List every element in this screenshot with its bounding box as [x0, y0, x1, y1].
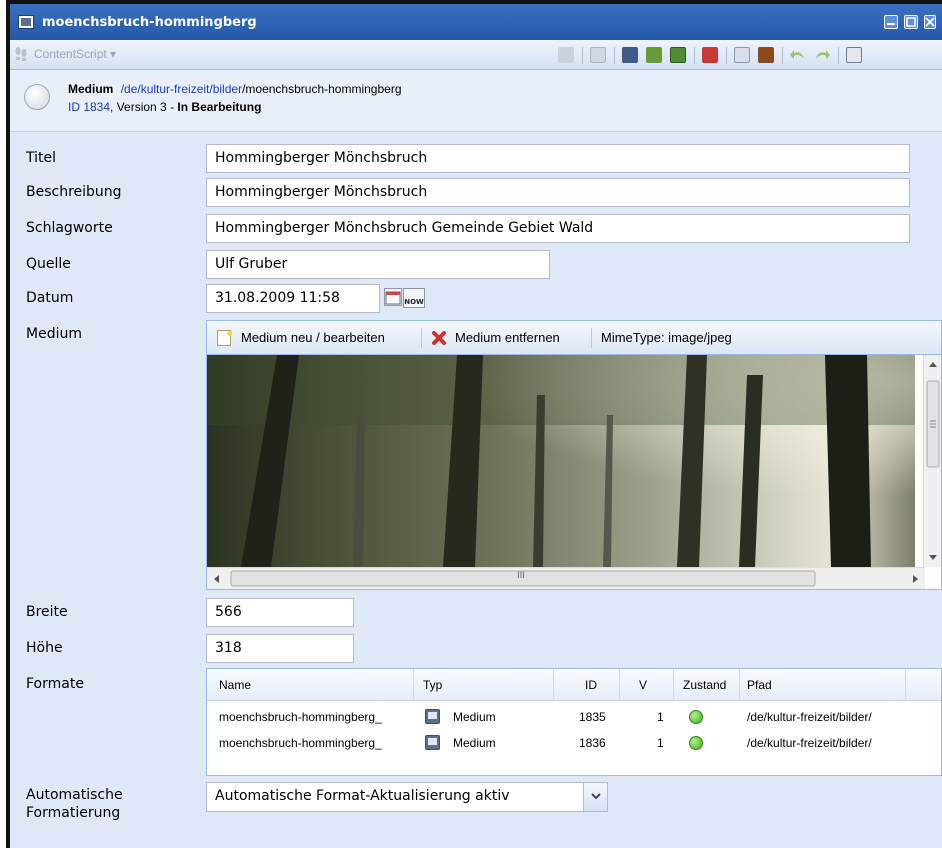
edit-icon[interactable]	[590, 47, 606, 63]
medium-toolbar: Medium neu / bearbeiten Medium entfernen…	[207, 321, 941, 355]
new-document-icon	[217, 330, 233, 346]
lock-status-button[interactable]	[24, 84, 50, 110]
row-typ: Medium	[453, 710, 496, 724]
header-path: Medium /de/kultur-freizeit/bilder/moench…	[68, 82, 402, 96]
medium-horizontal-scrollbar[interactable]: III	[207, 567, 925, 589]
header-status: In Bearbeitung	[177, 100, 262, 114]
now-button[interactable]: NOW	[403, 288, 425, 308]
row-id: 1836	[579, 736, 606, 750]
column-name[interactable]: Name	[219, 678, 251, 692]
quelle-input[interactable]: Ulf Gruber	[206, 250, 550, 279]
row-typ: Medium	[453, 736, 496, 750]
preview-icon[interactable]	[846, 47, 862, 63]
editor-window: moenchsbruch-hommingberg ContentScript ▾	[6, 0, 942, 848]
header-path-rest: /moenchsbruch-hommingberg	[242, 82, 402, 96]
hoehe-label: Höhe	[26, 640, 63, 656]
hoehe-input[interactable]: 318	[206, 634, 354, 663]
medium-edit-button[interactable]: Medium neu / bearbeiten	[241, 330, 385, 345]
minimize-icon[interactable]	[884, 15, 898, 29]
formate-label: Formate	[26, 676, 84, 692]
status-ok-icon	[689, 736, 703, 750]
datum-input[interactable]: 31.08.2009 11:58	[206, 284, 380, 313]
grid-header: Name Typ ID V Zustand Pfad	[207, 669, 941, 701]
schlagworte-input[interactable]: Hommingberger Mönchsbruch Gemeinde Gebie…	[206, 214, 910, 243]
breite-label: Breite	[26, 604, 68, 620]
medium-vertical-scrollbar[interactable]	[923, 355, 941, 567]
medium-label: Medium	[26, 326, 82, 342]
maximize-icon[interactable]	[904, 15, 918, 29]
save-icon[interactable]	[622, 47, 638, 63]
window-titlebar[interactable]: moenchsbruch-hommingberg	[10, 4, 942, 40]
medium-preview-image	[207, 355, 915, 567]
column-zustand[interactable]: Zustand	[683, 678, 726, 692]
breite-input[interactable]: 566	[206, 598, 354, 627]
auto-label-line2: Formatierung	[26, 805, 121, 821]
beschreibung-input[interactable]: Hommingberger Mönchsbruch	[206, 178, 910, 207]
header-meta: ID 1834, Version 3 - In Bearbeitung	[68, 100, 261, 114]
titel-input[interactable]: Hommingberger Mönchsbruch	[206, 144, 910, 173]
status-ok-icon	[689, 710, 703, 724]
medium-remove-button[interactable]: Medium entfernen	[455, 330, 560, 345]
header-id-link[interactable]: ID 1834	[68, 100, 110, 114]
copy-icon[interactable]	[734, 47, 750, 63]
main-toolbar: ContentScript ▾	[10, 40, 942, 70]
window-title: moenchsbruch-hommingberg	[42, 14, 257, 30]
row-v: 1	[657, 710, 664, 724]
mimetype-text: MimeType: image/jpeg	[601, 330, 732, 345]
row-name: moenchsbruch-hommingberg_	[219, 736, 382, 750]
row-pfad: /de/kultur-freizeit/bilder/	[747, 736, 872, 750]
formate-grid: Name Typ ID V Zustand Pfad moenchsbruch-…	[206, 668, 942, 776]
header-path-link[interactable]: /de/kultur-freizeit/bilder	[121, 82, 242, 96]
chevron-down-icon[interactable]	[583, 783, 607, 811]
auto-format-select[interactable]: Automatische Format-Aktualisierung aktiv	[206, 782, 608, 812]
header-type-label: Medium	[68, 82, 114, 96]
table-row[interactable]: moenchsbruch-hommingberg_ Medium 1836 1 …	[207, 731, 941, 757]
titel-label: Titel	[26, 150, 57, 166]
undo-icon[interactable]	[790, 47, 806, 63]
remove-icon	[431, 330, 447, 346]
redo-icon[interactable]	[814, 47, 830, 63]
header-version: , Version 3 -	[110, 100, 175, 114]
refresh-icon[interactable]	[558, 47, 574, 63]
check-edit-icon[interactable]	[646, 47, 662, 63]
auto-label-line1: Automatische	[26, 787, 123, 803]
quelle-label: Quelle	[26, 256, 71, 272]
footprints-icon	[14, 46, 28, 62]
document-header: Medium /de/kultur-freizeit/bilder/moench…	[10, 70, 942, 132]
column-typ[interactable]: Typ	[423, 678, 442, 692]
medium-type-icon	[425, 709, 440, 724]
close-icon[interactable]	[924, 15, 936, 29]
auto-label: Automatische Formatierung	[26, 786, 123, 822]
row-id: 1835	[579, 710, 606, 724]
calendar-icon[interactable]	[384, 288, 402, 306]
row-v: 1	[657, 736, 664, 750]
publish-icon[interactable]	[702, 47, 718, 63]
table-row[interactable]: moenchsbruch-hommingberg_ Medium 1835 1 …	[207, 705, 941, 731]
auto-format-value: Automatische Format-Aktualisierung aktiv	[215, 788, 510, 804]
column-id[interactable]: ID	[585, 678, 597, 692]
medium-panel: Medium neu / bearbeiten Medium entfernen…	[206, 320, 942, 590]
scroll-grip: III	[517, 571, 525, 581]
column-v[interactable]: V	[639, 678, 647, 692]
folder-icon[interactable]	[758, 47, 774, 63]
row-name: moenchsbruch-hommingberg_	[219, 710, 382, 724]
medium-type-icon	[425, 735, 440, 750]
column-pfad[interactable]: Pfad	[747, 678, 772, 692]
row-pfad: /de/kultur-freizeit/bilder/	[747, 710, 872, 724]
datum-label: Datum	[26, 290, 74, 306]
contentscript-dropdown[interactable]: ContentScript ▾	[34, 47, 116, 61]
window-app-icon	[18, 15, 34, 29]
schlagworte-label: Schlagworte	[26, 220, 113, 236]
beschreibung-label: Beschreibung	[26, 184, 122, 200]
checklist-icon[interactable]	[670, 47, 686, 63]
